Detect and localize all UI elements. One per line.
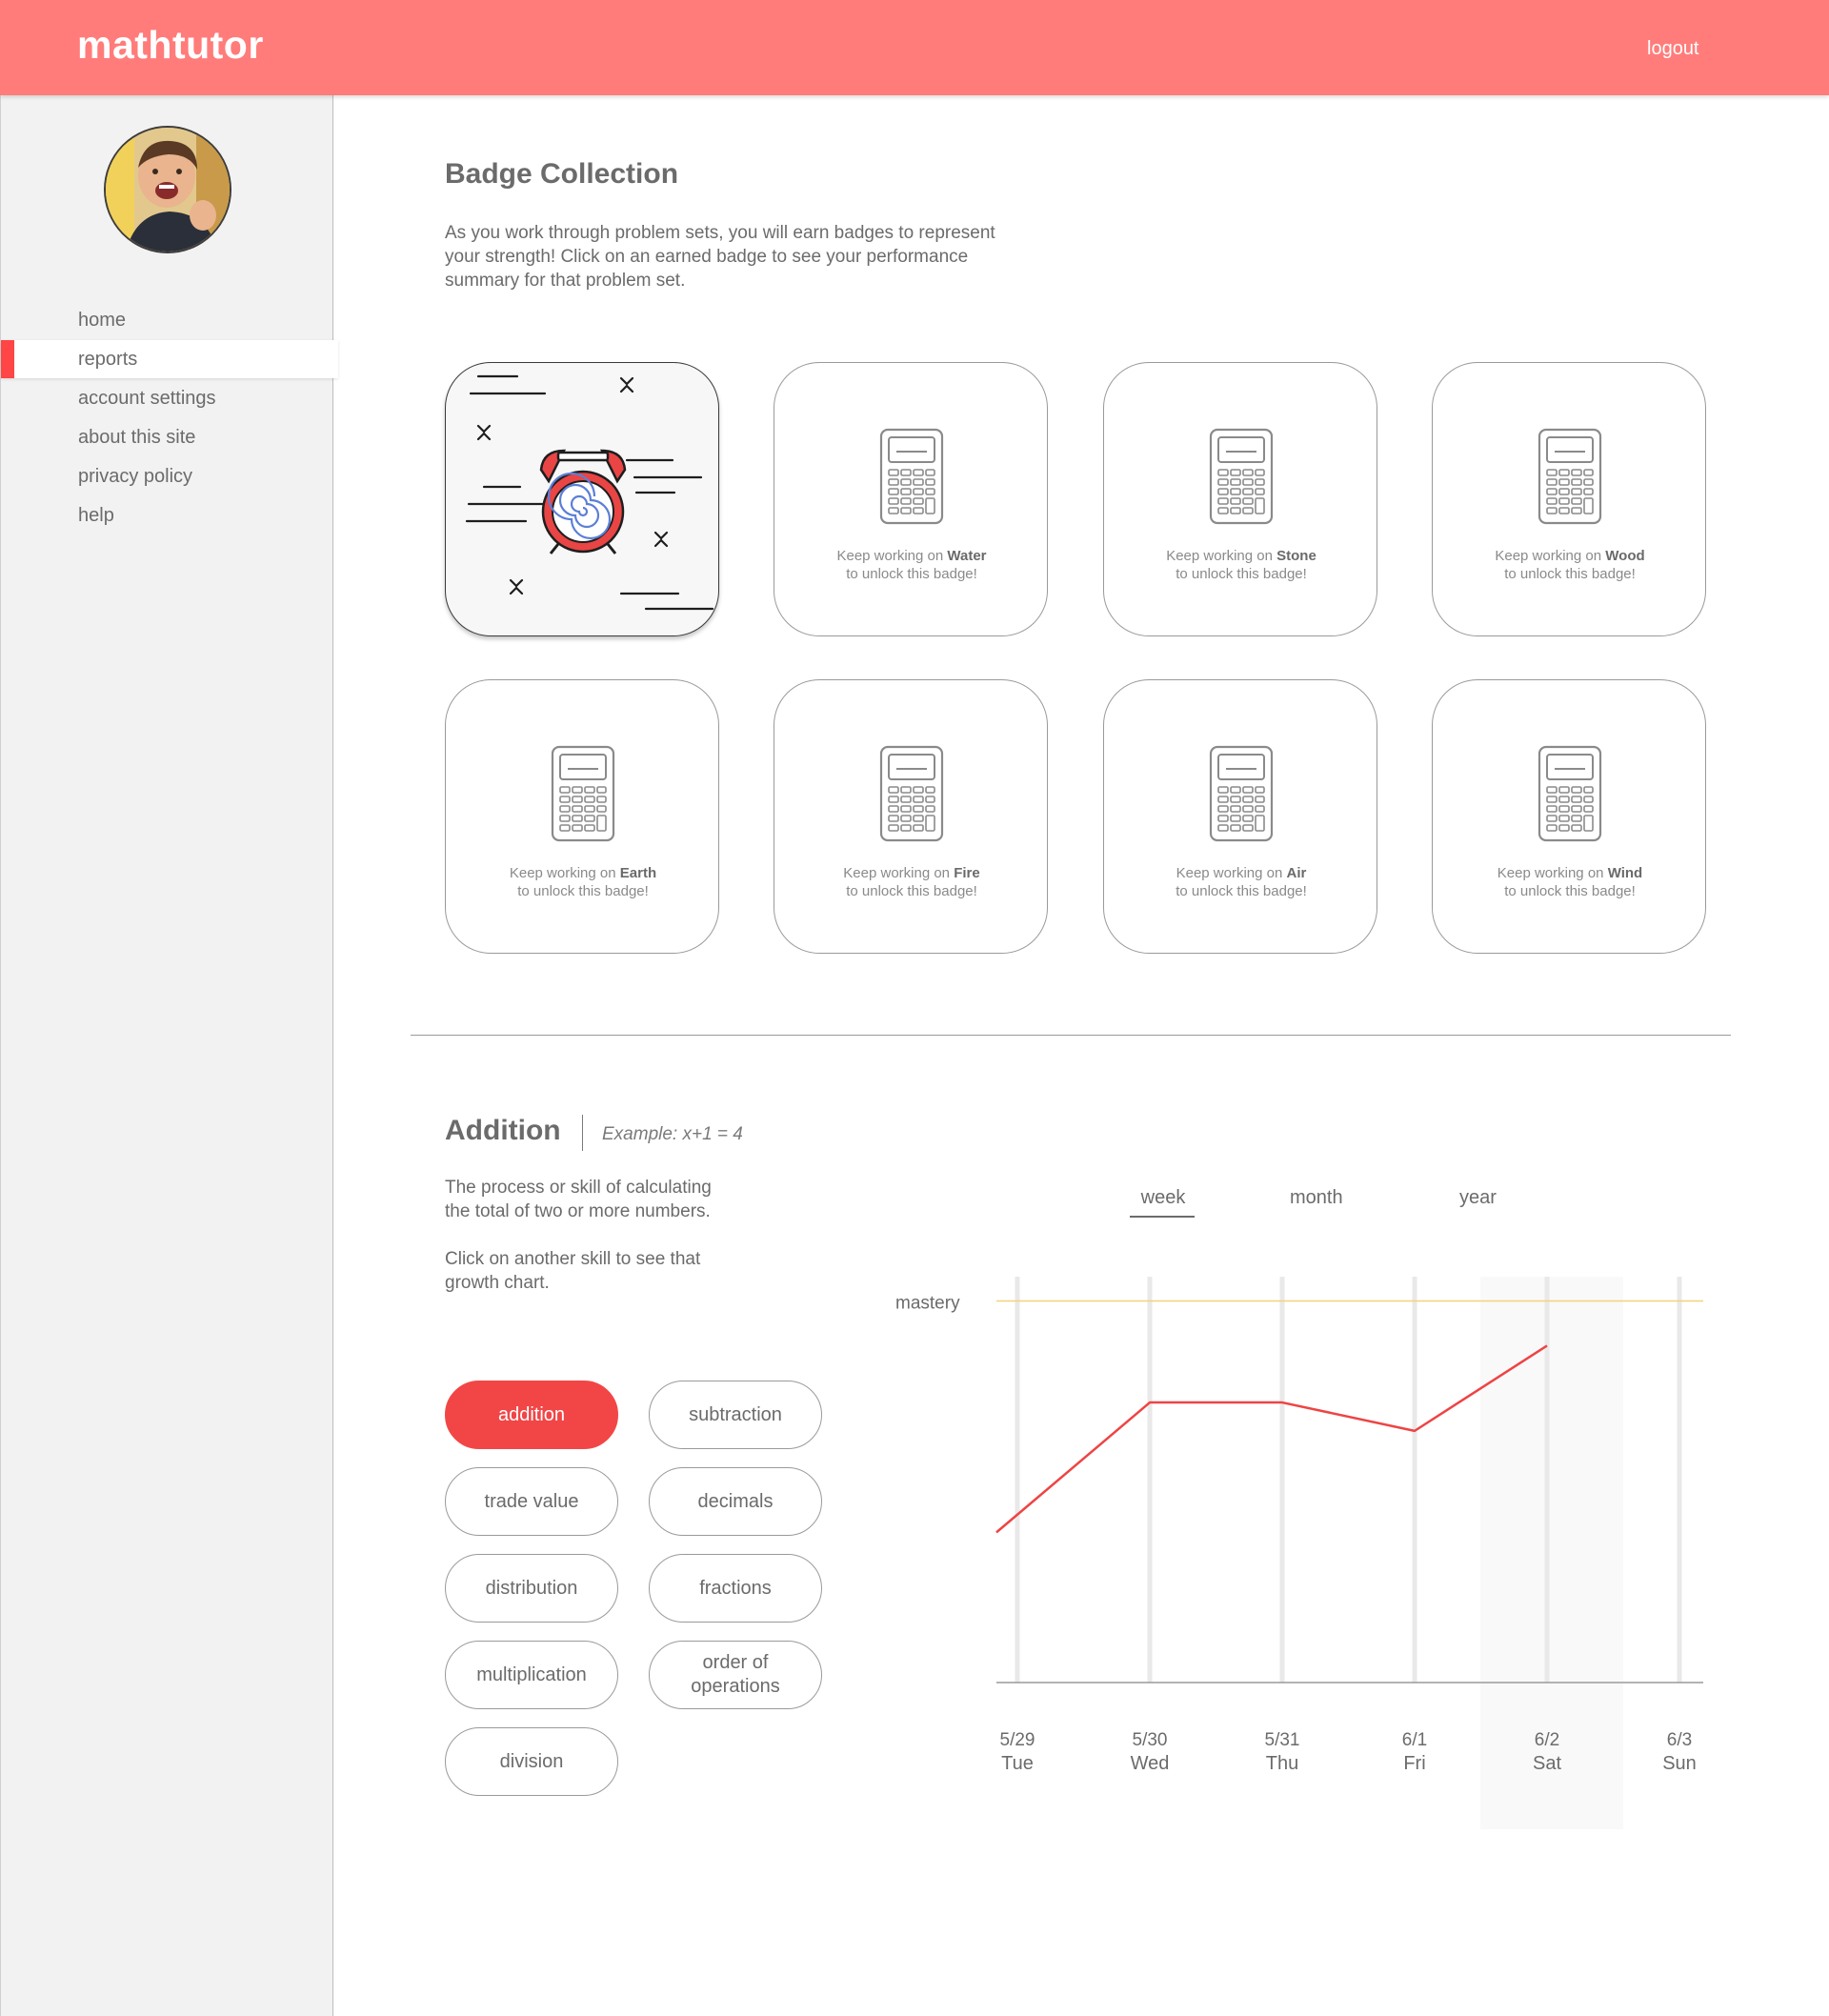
calculator-icon	[551, 745, 615, 842]
badge-locked-text: Keep working on Wind to unlock this badge…	[1497, 865, 1643, 899]
sidebar-item-home[interactable]: home	[1, 301, 334, 339]
badge-locked-wind[interactable]: Keep working on Wind to unlock this badge…	[1432, 679, 1706, 954]
x-tick-date: 5/30	[1133, 1730, 1168, 1750]
skill-button-division[interactable]: division	[445, 1727, 618, 1796]
x-tick-day: Fri	[1403, 1753, 1425, 1774]
skill-example: Example: x+1 = 4	[602, 1124, 743, 1144]
badge-locked-fire[interactable]: Keep working on Fire to unlock this badge…	[774, 679, 1048, 954]
active-tab-underline	[1130, 1216, 1195, 1218]
top-bar: mathtutor logout	[0, 0, 1829, 95]
calculator-icon	[1209, 428, 1274, 525]
badge-locked-text: Keep working on Air to unlock this badge!	[1176, 865, 1307, 899]
skill-button-subtraction[interactable]: subtraction	[649, 1381, 822, 1449]
badge-locked-text: Keep working on Wood to unlock this badge…	[1495, 548, 1645, 582]
x-tick-day: Thu	[1266, 1753, 1298, 1774]
x-tick-date: 6/1	[1402, 1730, 1427, 1750]
x-tick-date: 5/29	[1000, 1730, 1035, 1750]
skill-button-fractions[interactable]: fractions	[649, 1554, 822, 1623]
badge-locked-stone[interactable]: Keep working on Stone to unlock this badg…	[1103, 362, 1377, 636]
skill-button-trade-value[interactable]: trade value	[445, 1467, 618, 1536]
tab-month[interactable]: month	[1290, 1187, 1343, 1209]
calculator-icon	[1209, 745, 1274, 842]
x-tick-date: 6/2	[1535, 1730, 1559, 1750]
sidebar-item-reports[interactable]: reports	[1, 340, 338, 378]
series-line	[995, 1344, 1548, 1534]
calculator-icon	[1538, 745, 1602, 842]
avatar[interactable]	[104, 126, 231, 253]
tab-week[interactable]: week	[1130, 1187, 1196, 1209]
badge-locked-earth[interactable]: Keep working on Earth to unlock this badg…	[445, 679, 719, 954]
badge-collection-description: As you work through problem sets, you wi…	[445, 223, 995, 291]
x-tick-day: Tue	[1001, 1753, 1034, 1774]
skill-button-multiplication[interactable]: multiplication	[445, 1641, 618, 1709]
skill-description: The process or skill of calculating the …	[445, 1178, 712, 1221]
skill-button-order-of-operations[interactable]: order of operations	[649, 1641, 822, 1709]
mastery-label: mastery	[895, 1294, 960, 1314]
skill-button-decimals[interactable]: decimals	[649, 1467, 822, 1536]
badge-locked-text: Keep working on Water to unlock this badg…	[836, 548, 987, 582]
badge-locked-water[interactable]: Keep working on Water to unlock this badg…	[774, 362, 1048, 636]
section-divider	[411, 1035, 1731, 1036]
badge-collection-title: Badge Collection	[445, 158, 679, 190]
growth-chart: mastery 5/29 Tue 5/30 Wed 5/31 Thu 6/1 Fri 6/2 Sa…	[895, 1277, 1703, 1829]
tab-year[interactable]: year	[1459, 1187, 1497, 1209]
x-tick-date: 6/3	[1667, 1730, 1692, 1750]
badge-locked-wood[interactable]: Keep working on Wood to unlock this badge…	[1432, 362, 1706, 636]
x-tick-day: Sun	[1662, 1753, 1697, 1774]
skill-title: Addition	[445, 1115, 561, 1146]
title-separator	[582, 1115, 583, 1151]
x-tick-day: Wed	[1131, 1753, 1170, 1774]
x-tick-day: Sat	[1533, 1753, 1561, 1774]
skill-button-distribution[interactable]: distribution	[445, 1554, 618, 1623]
brand-logo[interactable]: mathtutor	[77, 23, 264, 68]
sidebar-item-account-settings[interactable]: account settings	[1, 379, 334, 417]
skill-hint: Click on another skill to see that growt…	[445, 1249, 701, 1293]
badge-locked-text: Keep working on Fire to unlock this badge…	[843, 865, 980, 899]
sidebar-item-privacy-policy[interactable]: privacy policy	[1, 457, 334, 495]
calculator-icon	[1538, 428, 1602, 525]
logout-link[interactable]: logout	[1647, 38, 1699, 60]
badge-locked-text: Keep working on Earth to unlock this badg…	[509, 865, 657, 899]
sidebar: home reports account settings about this…	[0, 95, 338, 2016]
x-tick-date: 5/31	[1265, 1730, 1300, 1750]
skill-button-addition[interactable]: addition	[445, 1381, 618, 1449]
calculator-icon	[879, 745, 944, 842]
sidebar-item-help[interactable]: help	[1, 496, 334, 534]
calculator-icon	[879, 428, 944, 525]
badge-locked-air[interactable]: Keep working on Air to unlock this badge!	[1103, 679, 1377, 954]
badge-earned[interactable]	[445, 362, 719, 636]
alarm-clock-icon	[465, 374, 714, 611]
sidebar-item-about[interactable]: about this site	[1, 418, 334, 456]
badge-locked-text: Keep working on Stone to unlock this badg…	[1166, 548, 1316, 582]
